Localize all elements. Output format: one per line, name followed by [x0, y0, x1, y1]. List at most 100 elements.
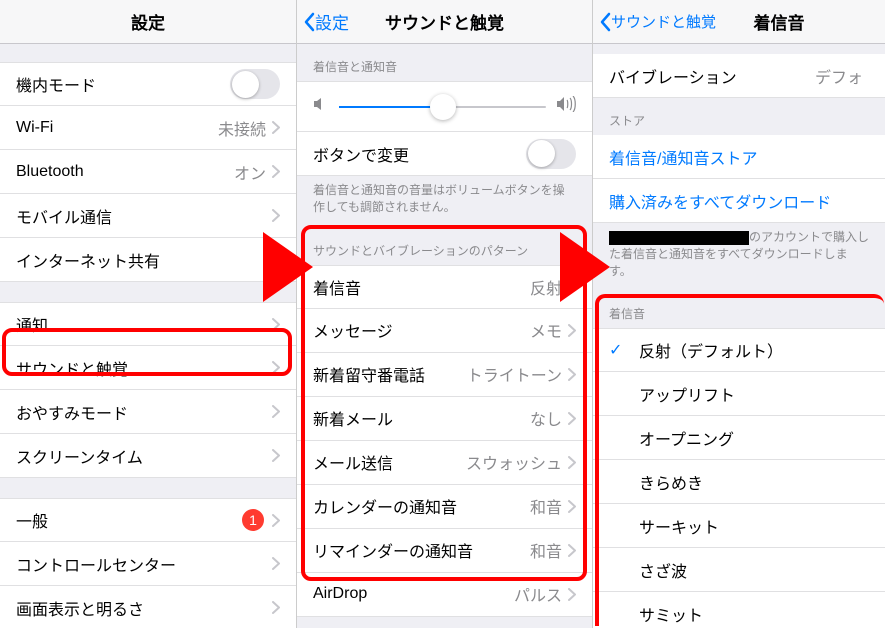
settings-cell[interactable]: サウンドと触覚 [0, 346, 296, 390]
cell-label: 着信音/通知音ストア [609, 145, 869, 169]
chevron-right-icon [568, 456, 576, 469]
cell-label: きらめき [639, 470, 869, 494]
vibration-cell[interactable]: バイブレーション デフォ [593, 54, 885, 98]
sound-pattern-cell[interactable]: 新着留守番電話トライトーン [297, 353, 592, 397]
redacted-account [609, 231, 749, 245]
cell-label: Bluetooth [16, 163, 234, 181]
cell-value: 和音 [530, 494, 562, 518]
settings-cell[interactable]: 通知 [0, 302, 296, 346]
cell-label: ボタンで変更 [313, 142, 526, 166]
cell-label: サーキット [639, 514, 869, 538]
cell-value: オン [234, 160, 266, 184]
cell-label: サウンドと触覚 [16, 356, 272, 380]
arrow-icon [560, 232, 610, 302]
tone-store-link[interactable]: 着信音/通知音ストア [593, 135, 885, 179]
settings-cell[interactable]: 機内モード [0, 62, 296, 106]
settings-cell[interactable]: コントロールセンター [0, 542, 296, 586]
cell-value: デフォ [815, 64, 863, 88]
cell-label: カレンダーの通知音 [313, 494, 530, 518]
cell-label: 機内モード [16, 72, 230, 96]
toggle[interactable] [230, 69, 280, 99]
cell-label: サミット [639, 602, 869, 626]
sound-pattern-cell[interactable]: カレンダーの通知音和音 [297, 485, 592, 529]
chevron-right-icon [568, 544, 576, 557]
settings-cell[interactable]: 一般1 [0, 498, 296, 542]
back-button[interactable]: 設定 [297, 9, 349, 34]
chevron-right-icon [272, 557, 280, 570]
speaker-high-icon [556, 96, 576, 117]
store-header: ストア [593, 98, 885, 135]
cell-value: 和音 [530, 538, 562, 562]
cell-label: さざ波 [639, 558, 869, 582]
cell-label: AirDrop [313, 585, 514, 603]
settings-cell[interactable]: スクリーンタイム [0, 434, 296, 478]
settings-cell[interactable]: インターネット共有 [0, 238, 296, 282]
settings-cell[interactable]: Wi-Fi未接続 [0, 106, 296, 150]
cell-label: リマインダーの通知音 [313, 538, 530, 562]
toggle[interactable] [526, 139, 576, 169]
cell-label: 購入済みをすべてダウンロード [609, 189, 869, 213]
chevron-right-icon [568, 412, 576, 425]
cell-label: 新着メール [313, 406, 530, 430]
chevron-right-icon [272, 361, 280, 374]
chevron-right-icon [568, 368, 576, 381]
ringtones-header: 着信音 [593, 291, 885, 328]
arrow-icon [263, 232, 313, 302]
header-title: 設定 [0, 9, 296, 34]
sound-pattern-cell[interactable]: リマインダーの通知音和音 [297, 529, 592, 573]
cell-label: オープニング [639, 426, 869, 450]
ringtone-cell[interactable]: きらめき [593, 460, 885, 504]
settings-cell[interactable]: Bluetoothオン [0, 150, 296, 194]
ringtone-cell[interactable]: サミット [593, 592, 885, 628]
badge: 1 [242, 509, 264, 531]
sound-pattern-cell[interactable]: 新着メールなし [297, 397, 592, 441]
settings-cell[interactable]: おやすみモード [0, 390, 296, 434]
chevron-right-icon [568, 324, 576, 337]
cell-value: なし [530, 406, 562, 430]
volume-slider-row [297, 81, 592, 132]
cell-label: 着信音 [313, 275, 530, 299]
chevron-right-icon [568, 588, 576, 601]
cell-label: スクリーンタイム [16, 444, 272, 468]
cell-label: コントロールセンター [16, 552, 272, 576]
ringtone-panel: サウンドと触覚 着信音 バイブレーション デフォ ストア 着信音/通知音ストア … [592, 0, 885, 628]
sound-pattern-cell[interactable]: 着信音反射 [297, 265, 592, 309]
change-footer: 着信音と通知音の音量はボリュームボタンを操作しても調節されません。 [297, 176, 592, 228]
cell-value: 未接続 [218, 116, 266, 140]
chevron-right-icon [272, 318, 280, 331]
cell-label: メッセージ [313, 318, 530, 342]
sound-pattern-cell[interactable]: AirDropパルス [297, 573, 592, 617]
volume-slider[interactable] [339, 106, 546, 108]
cell-label: 画面表示と明るさ [16, 596, 272, 620]
cell-label: Wi-Fi [16, 119, 218, 137]
cell-label: 一般 [16, 508, 242, 532]
cell-value: スウォッシュ [466, 450, 562, 474]
cell-label: メール送信 [313, 450, 466, 474]
cell-label: モバイル通信 [16, 204, 272, 228]
cell-label: 通知 [16, 312, 272, 336]
ringtone-cell[interactable]: アップリフト [593, 372, 885, 416]
settings-cell[interactable]: モバイル通信 [0, 194, 296, 238]
change-with-buttons-cell[interactable]: ボタンで変更 [297, 132, 592, 176]
ringtone-cell[interactable]: サーキット [593, 504, 885, 548]
chevron-right-icon [272, 449, 280, 462]
speaker-low-icon [313, 97, 329, 116]
download-all-link[interactable]: 購入済みをすべてダウンロード [593, 179, 885, 223]
sound-pattern-cell[interactable]: メール送信スウォッシュ [297, 441, 592, 485]
ringtone-cell[interactable]: オープニング [593, 416, 885, 460]
cell-value: パルス [514, 582, 562, 606]
cell-label: バイブレーション [609, 64, 815, 88]
settings-cell[interactable]: 画面表示と明るさ [0, 586, 296, 628]
chevron-right-icon [272, 405, 280, 418]
cell-label: インターネット共有 [16, 248, 272, 272]
ringtone-cell[interactable]: ✓反射（デフォルト） [593, 328, 885, 372]
chevron-right-icon [272, 601, 280, 614]
download-footer: のアカウントで購入した着信音と通知音をすべてダウンロードします。 [593, 223, 885, 291]
ringtone-cell[interactable]: さざ波 [593, 548, 885, 592]
chevron-right-icon [272, 209, 280, 222]
sound-pattern-cell[interactable]: メッセージメモ [297, 309, 592, 353]
cell-label: 新着留守番電話 [313, 362, 467, 386]
back-button[interactable]: サウンドと触覚 [593, 11, 716, 32]
settings-panel: 設定 機内モードWi-Fi未接続Bluetoothオンモバイル通信インターネット… [0, 0, 296, 628]
checkmark-icon: ✓ [609, 340, 627, 360]
